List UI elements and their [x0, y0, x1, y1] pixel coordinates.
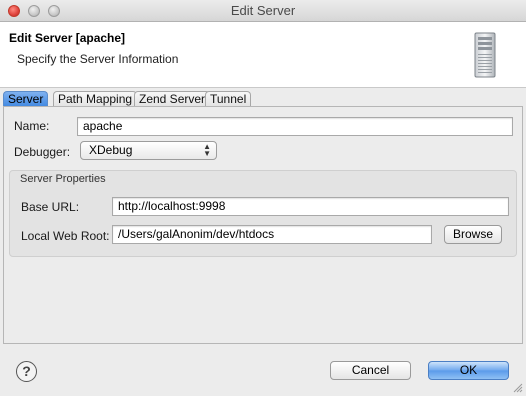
select-arrows-icon: ▲ ▼ — [203, 142, 211, 158]
help-icon[interactable]: ? — [16, 361, 37, 382]
edit-server-dialog: Edit Server Edit Server [apache] Specify… — [0, 0, 526, 396]
server-tower-icon — [474, 32, 496, 78]
resize-grip-icon[interactable] — [513, 383, 523, 393]
tab-tunnel[interactable]: Tunnel — [205, 91, 252, 107]
debugger-label: Debugger: — [14, 145, 71, 159]
tab-server[interactable]: Server — [3, 91, 49, 107]
debugger-selected-value: XDebug — [89, 143, 133, 157]
name-label: Name: — [14, 119, 50, 133]
tab-path-mapping[interactable]: Path Mapping — [53, 91, 138, 107]
base-url-label: Base URL: — [21, 200, 80, 214]
title-bar[interactable]: Edit Server — [0, 0, 526, 22]
base-url-input[interactable]: http://localhost:9998 — [112, 197, 509, 216]
browse-button[interactable]: Browse — [444, 225, 502, 244]
local-web-root-input[interactable]: /Users/galAnonim/dev/htdocs — [112, 225, 432, 244]
cancel-button[interactable]: Cancel — [330, 361, 411, 380]
banner-subtitle: Specify the Server Information — [17, 52, 179, 66]
server-properties-title: Server Properties — [20, 173, 106, 185]
ok-button[interactable]: OK — [428, 361, 509, 380]
tab-bar: Server Path Mapping Zend Server Tunnel — [0, 91, 526, 107]
window-title: Edit Server — [230, 3, 296, 18]
local-web-root-label: Local Web Root: — [21, 229, 110, 243]
dialog-banner: Edit Server [apache] Specify the Server … — [0, 22, 526, 88]
name-input[interactable]: apache — [77, 117, 513, 136]
banner-title: Edit Server [apache] — [9, 31, 126, 45]
tab-zend-server[interactable]: Zend Server — [134, 91, 211, 107]
debugger-select[interactable]: XDebug ▲ ▼ — [80, 141, 217, 160]
